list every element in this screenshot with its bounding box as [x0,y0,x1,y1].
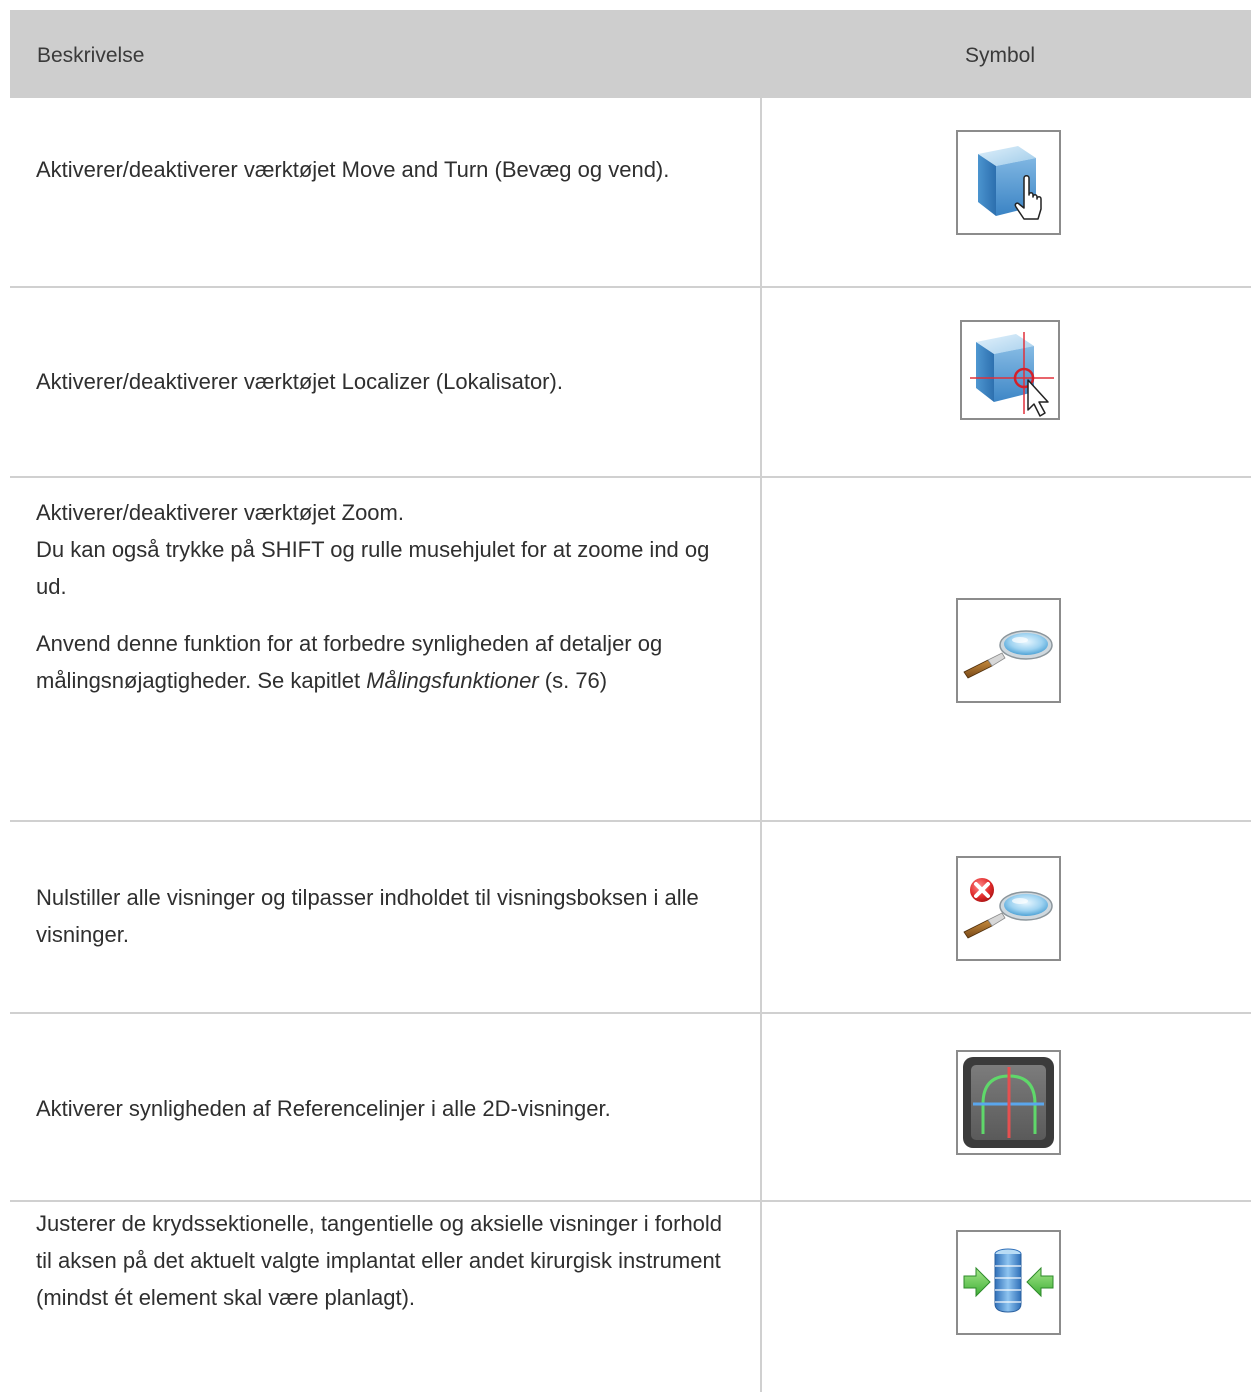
column-divider [760,98,762,286]
column-divider [760,1014,762,1200]
row-description: Aktiverer/deaktiverer værktøjet Localize… [36,363,736,400]
zoom-icon [956,598,1061,703]
row-description: Aktiverer/deaktiverer værktøjet Zoom. Du… [36,494,736,699]
row-text: Aktiverer/deaktiverer værktøjet Move and… [36,157,670,182]
header-description: Beskrivelse [37,44,145,67]
align-implant-icon [956,1230,1061,1335]
column-divider [760,478,762,820]
row-description: Aktiverer synligheden af Referencelinjer… [36,1090,736,1127]
column-divider [760,822,762,1012]
row-text: Aktiverer synligheden af Referencelinjer… [36,1096,611,1121]
row-description: Nulstiller alle visninger og tilpasser i… [36,879,736,953]
table-row: Aktiverer/deaktiverer værktøjet Move and… [10,98,1251,288]
column-divider [760,1202,762,1392]
row-text: Aktiverer/deaktiverer værktøjet Zoom. [36,500,404,525]
row-description: Justerer de krydssektionelle, tangentiel… [36,1205,736,1316]
table-row: Aktiverer/deaktiverer værktøjet Zoom. Du… [10,478,1251,822]
reference-lines-icon [956,1050,1061,1155]
row-text: Nulstiller alle visninger og tilpasser i… [36,885,699,947]
table-row: Aktiverer/deaktiverer værktøjet Localize… [10,288,1251,478]
table-header: Beskrivelse Symbol [10,10,1251,98]
header-symbol: Symbol [965,44,1036,67]
chapter-link[interactable]: Målingsfunktioner [366,668,538,693]
reset-zoom-icon [956,856,1061,961]
localizer-icon [960,320,1060,420]
table-row: Aktiverer synligheden af Referencelinjer… [10,1014,1251,1202]
row-text: Justerer de krydssektionelle, tangentiel… [36,1211,723,1310]
row-text: Aktiverer/deaktiverer værktøjet Localize… [36,369,563,394]
row-description: Aktiverer/deaktiverer værktøjet Move and… [36,151,736,188]
move-turn-icon [956,130,1061,235]
symbol-table: Beskrivelse Symbol Aktiverer/deaktiverer… [10,10,1251,1392]
row-text: Du kan også trykke på SHIFT og rulle mus… [36,537,710,599]
page-reference: (s. 76) [538,668,608,693]
column-divider [760,288,762,476]
table-row: Justerer de krydssektionelle, tangentiel… [10,1202,1251,1392]
row-text: Anvend denne funktion for at forbedre sy… [36,625,736,699]
table-row: Nulstiller alle visninger og tilpasser i… [10,822,1251,1014]
